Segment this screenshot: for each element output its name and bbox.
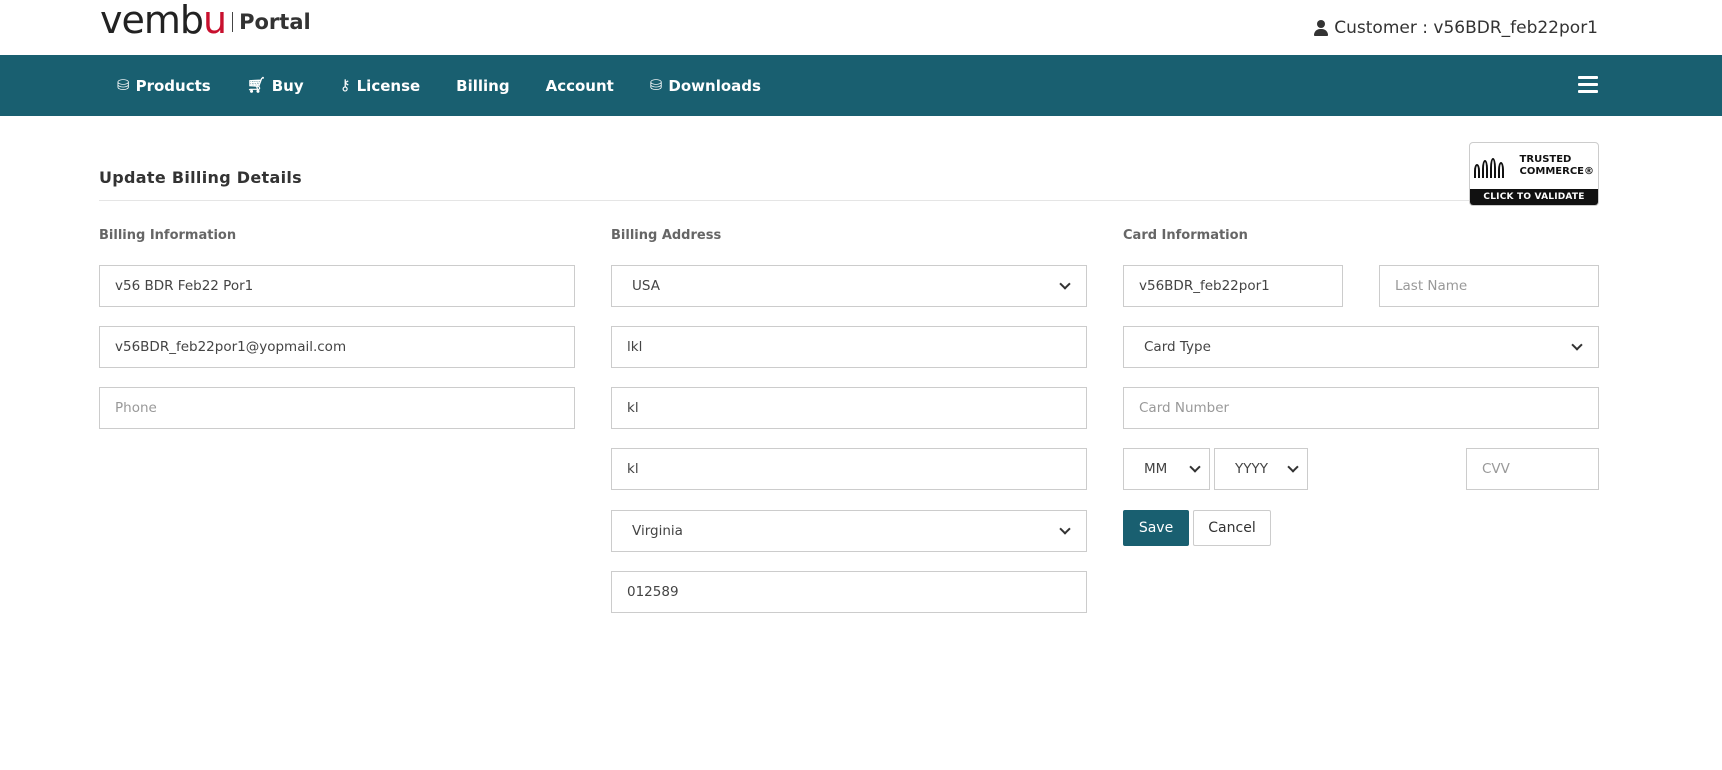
nav-account-label: Account	[545, 76, 614, 95]
city-input[interactable]: kl	[611, 448, 1087, 490]
title-divider	[99, 200, 1599, 201]
badge-line2: COMMERCE®	[1519, 166, 1594, 177]
cubes-icon: ⛁	[117, 76, 130, 94]
nav-buy-label: Buy	[271, 76, 304, 95]
state-select[interactable]: Virginia	[611, 510, 1087, 552]
top-header: vembu Portal Customer : v56BDR_feb22por1	[0, 0, 1722, 55]
trusted-commerce-badge[interactable]: TRUSTED COMMERCE® CLICK TO VALIDATE	[1469, 142, 1599, 206]
chevron-down-icon	[1059, 522, 1071, 535]
billing-information-label: Billing Information	[99, 228, 237, 243]
nav-products[interactable]: ⛁ Products	[117, 77, 211, 95]
card-information-label: Card Information	[1123, 228, 1248, 243]
page-title: Update Billing Details	[99, 168, 302, 187]
customer-indicator: Customer : v56BDR_feb22por1	[1314, 18, 1598, 38]
expiry-month-select[interactable]: MM	[1123, 448, 1210, 490]
nav-downloads[interactable]: ⛁ Downloads	[650, 77, 761, 95]
nav-downloads-label: Downloads	[668, 76, 761, 95]
chevron-down-icon	[1059, 277, 1071, 290]
save-button[interactable]: Save	[1123, 510, 1189, 546]
key-icon: ⚷	[339, 76, 351, 94]
card-type-select[interactable]: Card Type	[1123, 326, 1599, 368]
chevron-down-icon	[1571, 338, 1583, 351]
nav-billing[interactable]: Billing	[456, 77, 509, 95]
badge-line1: TRUSTED	[1519, 154, 1572, 165]
card-information-section: Card Information	[1123, 228, 1599, 260]
hamburger-menu-icon[interactable]	[1578, 76, 1598, 94]
user-icon	[1314, 20, 1329, 36]
country-select[interactable]: USA	[611, 265, 1087, 307]
phone-input[interactable]: Phone	[99, 387, 575, 429]
card-last-name-input[interactable]: Last Name	[1379, 265, 1599, 307]
chevron-down-icon	[1287, 460, 1299, 473]
nav-license-label: License	[356, 76, 421, 95]
country-select-value: USA	[632, 278, 660, 294]
cvv-input[interactable]: CVV	[1466, 448, 1599, 490]
expiry-year-value: YYYY	[1235, 461, 1268, 477]
badge-validate-cta: CLICK TO VALIDATE	[1470, 189, 1598, 205]
card-first-name-input[interactable]: v56BDR_feb22por1	[1123, 265, 1343, 307]
nav-products-label: Products	[135, 76, 211, 95]
nav-account[interactable]: Account	[546, 77, 614, 95]
state-select-value: Virginia	[632, 523, 683, 539]
cancel-button[interactable]: Cancel	[1193, 510, 1271, 546]
email-input[interactable]: v56BDR_feb22por1@yopmail.com	[99, 326, 575, 368]
trusted-commerce-logo-icon	[1474, 154, 1514, 178]
address-line1-input[interactable]: lkl	[611, 326, 1087, 368]
address-line2-input[interactable]: kl	[611, 387, 1087, 429]
customer-label: Customer : v56BDR_feb22por1	[1334, 18, 1598, 38]
logo-divider	[232, 12, 234, 32]
billing-information-section: Billing Information	[99, 228, 575, 260]
expiry-month-value: MM	[1144, 461, 1168, 477]
logo-portal-label: Portal	[239, 10, 311, 34]
vembu-portal-logo[interactable]: vembu Portal	[100, 0, 311, 42]
nav-buy[interactable]: 🛒︎ Buy	[247, 77, 304, 95]
billing-address-label: Billing Address	[611, 228, 722, 243]
zip-input[interactable]: 012589	[611, 571, 1087, 613]
billing-address-section: Billing Address	[611, 228, 1087, 260]
main-navbar: ⛁ Products 🛒︎ Buy ⚷ License Billing Acco…	[0, 55, 1722, 116]
card-number-input[interactable]: Card Number	[1123, 387, 1599, 429]
expiry-year-select[interactable]: YYYY	[1214, 448, 1308, 490]
full-name-input[interactable]: v56 BDR Feb22 Por1	[99, 265, 575, 307]
cubes-icon: ⛁	[649, 76, 663, 94]
nav-billing-label: Billing	[456, 76, 510, 95]
chevron-down-icon	[1189, 460, 1201, 473]
card-type-select-value: Card Type	[1144, 339, 1211, 355]
nav-license[interactable]: ⚷ License	[340, 77, 421, 95]
cart-icon: 🛒︎	[246, 76, 266, 94]
logo-wordmark: vembu	[100, 0, 227, 42]
